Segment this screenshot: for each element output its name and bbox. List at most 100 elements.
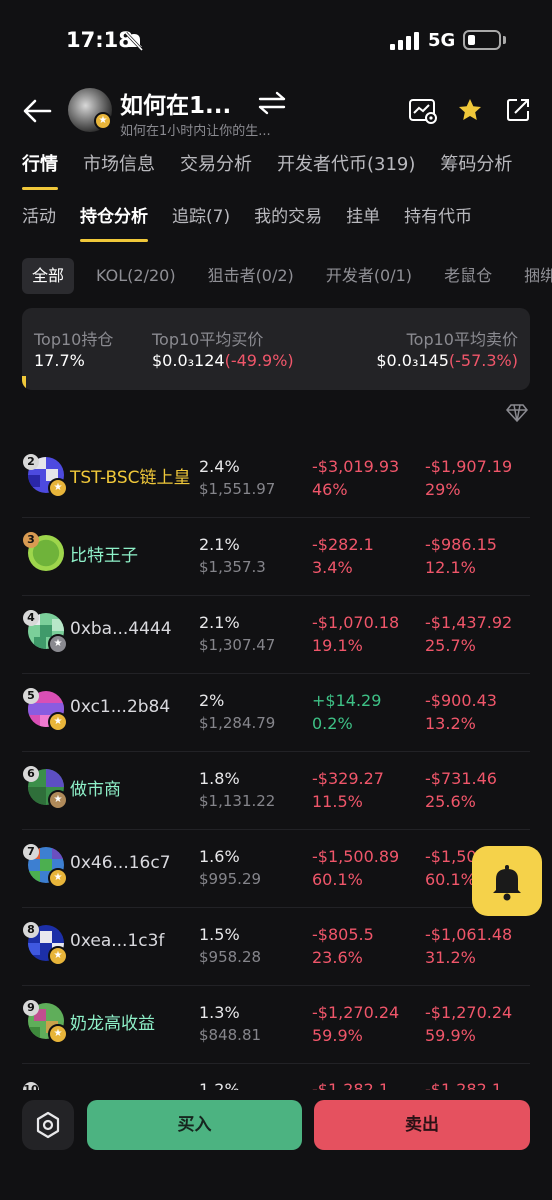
holder-name[interactable]: 奶龙高收益 bbox=[70, 1009, 155, 1034]
tab-market[interactable]: 行情 bbox=[22, 150, 58, 190]
holding-pct: 1.6% bbox=[199, 847, 240, 866]
tab-chip-analysis[interactable]: 筹码分析 bbox=[440, 150, 512, 190]
pnl-value: -$1,270.24 bbox=[312, 1003, 400, 1022]
pnl2-pct: 25.6% bbox=[425, 792, 476, 811]
pnl2-value: -$1,907.19 bbox=[425, 457, 513, 476]
holder-name[interactable]: 做市商 bbox=[70, 775, 121, 800]
avg-buy-label: Top10平均买价 bbox=[152, 330, 264, 349]
pnl-value: -$1,070.18 bbox=[312, 613, 400, 632]
holding-pct: 1.8% bbox=[199, 769, 240, 788]
settings-button[interactable] bbox=[22, 1100, 74, 1150]
badge-star-icon: ★ bbox=[48, 634, 68, 654]
top10-hold-value: 17.7% bbox=[34, 351, 85, 370]
holding-usd: $1,551.97 bbox=[199, 480, 276, 498]
tab-market-info[interactable]: 市场信息 bbox=[83, 150, 155, 190]
pnl2-value: -$900.43 bbox=[425, 691, 497, 710]
tab-orders[interactable]: 挂单 bbox=[346, 202, 380, 242]
tab-activity[interactable]: 活动 bbox=[22, 202, 56, 242]
pnl-pct: 0.2% bbox=[312, 714, 353, 733]
holder-name[interactable]: 0xba...4444 bbox=[70, 619, 172, 639]
holding-pct: 2.4% bbox=[199, 457, 240, 476]
tab-tracking[interactable]: 追踪(7) bbox=[172, 202, 230, 242]
rank-badge: 2 bbox=[23, 454, 39, 470]
avg-buy-value: $0.0₃124(-49.9%) bbox=[152, 351, 294, 370]
holding-pct: 2% bbox=[199, 691, 225, 710]
pnl2-value: -$1,270.24 bbox=[425, 1003, 513, 1022]
holder-name[interactable]: 0xea...1c3f bbox=[70, 931, 164, 951]
pnl-pct: 19.1% bbox=[312, 636, 363, 655]
holder-name[interactable]: TST-BSC链上皇 bbox=[70, 463, 191, 488]
settings-hexagon-icon bbox=[36, 1111, 60, 1139]
alert-bell-button[interactable] bbox=[472, 846, 542, 916]
secondary-tabs: 活动 持仓分析 追踪(7) 我的交易 挂单 持有代币 bbox=[22, 202, 472, 242]
pnl-pct: 46% bbox=[312, 480, 348, 499]
badge-star-icon: ★ bbox=[48, 478, 68, 498]
filter-insiders[interactable]: 老鼠仓 bbox=[434, 258, 502, 294]
holding-pct: 1.5% bbox=[199, 925, 240, 944]
top10-summary-card: Top10持仓 17.7% Top10平均买价 $0.0₃124(-49.9%)… bbox=[22, 308, 530, 390]
rank-badge: 8 bbox=[23, 922, 39, 938]
token-subtitle: 如何在1小时内让你的生... bbox=[120, 124, 271, 139]
avg-sell-label: Top10平均卖价 bbox=[406, 330, 518, 349]
back-arrow-icon[interactable] bbox=[22, 98, 52, 124]
pnl-pct: 60.1% bbox=[312, 870, 363, 889]
holder-row[interactable]: 9 ★ 奶龙高收益 1.3% $848.81 -$1,270.24 59.9% … bbox=[0, 986, 552, 1064]
holder-name[interactable]: 0x46...16c7 bbox=[70, 853, 171, 873]
status-bar: 17:18 5G bbox=[0, 0, 552, 80]
chart-eye-icon[interactable] bbox=[408, 97, 438, 125]
tab-my-trades[interactable]: 我的交易 bbox=[254, 202, 322, 242]
diamond-icon[interactable] bbox=[506, 403, 528, 423]
avg-sell-price: $0.0₃145 bbox=[376, 351, 449, 370]
share-icon[interactable] bbox=[505, 97, 531, 123]
pnl2-value: -$1,437.92 bbox=[425, 613, 513, 632]
pnl2-pct: 60.1% bbox=[425, 870, 476, 889]
badge-star-icon: ★ bbox=[48, 712, 68, 732]
avg-buy-price: $0.0₃124 bbox=[152, 351, 225, 370]
holder-row[interactable]: 5 ★ 0xc1...2b84 2% $1,284.79 +$14.29 0.2… bbox=[0, 674, 552, 752]
holder-row[interactable]: 3 比特王子 2.1% $1,357.3 -$282.1 3.4% -$986.… bbox=[0, 518, 552, 596]
badge-star-icon: ★ bbox=[48, 868, 68, 888]
pnl-value: -$1,500.89 bbox=[312, 847, 400, 866]
holder-row[interactable]: 2 ★ TST-BSC链上皇 2.4% $1,551.97 -$3,019.93… bbox=[0, 440, 552, 518]
rank-badge: 3 bbox=[23, 532, 39, 548]
pnl-pct: 3.4% bbox=[312, 558, 353, 577]
swap-icon[interactable] bbox=[258, 90, 286, 116]
pnl2-pct: 25.7% bbox=[425, 636, 476, 655]
pnl-value: -$3,019.93 bbox=[312, 457, 400, 476]
star-icon[interactable] bbox=[457, 97, 483, 123]
tab-holdings-analysis[interactable]: 持仓分析 bbox=[80, 202, 148, 242]
buy-button[interactable]: 买入 bbox=[87, 1100, 302, 1150]
pnl2-value: -$731.46 bbox=[425, 769, 497, 788]
tab-trade-analysis[interactable]: 交易分析 bbox=[180, 150, 252, 190]
holder-name[interactable]: 0xc1...2b84 bbox=[70, 697, 170, 717]
pnl-pct: 23.6% bbox=[312, 948, 363, 967]
holder-row[interactable]: 4 ★ 0xba...4444 2.1% $1,307.47 -$1,070.1… bbox=[0, 596, 552, 674]
filter-developers[interactable]: 开发者(0/1) bbox=[316, 258, 422, 294]
holder-name[interactable]: 比特王子 bbox=[70, 541, 138, 566]
pnl2-value: -$986.15 bbox=[425, 535, 497, 554]
holding-pct: 1.3% bbox=[199, 1003, 240, 1022]
holder-row[interactable]: 8 ★ 0xea...1c3f 1.5% $958.28 -$805.5 23.… bbox=[0, 908, 552, 986]
primary-tabs: 行情 市场信息 交易分析 开发者代币(319) 筹码分析 bbox=[22, 150, 512, 190]
tab-dev-tokens[interactable]: 开发者代币(319) bbox=[277, 150, 415, 190]
sell-button[interactable]: 卖出 bbox=[314, 1100, 530, 1150]
pnl2-pct: 59.9% bbox=[425, 1026, 476, 1045]
pnl-value: -$282.1 bbox=[312, 535, 374, 554]
pnl-value: -$805.5 bbox=[312, 925, 374, 944]
top10-hold-label: Top10持仓 bbox=[34, 330, 114, 349]
tab-held-tokens[interactable]: 持有代币 bbox=[404, 202, 472, 242]
pnl2-pct: 31.2% bbox=[425, 948, 476, 967]
pnl2-pct: 13.2% bbox=[425, 714, 476, 733]
pnl-pct: 11.5% bbox=[312, 792, 363, 811]
pnl2-pct: 12.1% bbox=[425, 558, 476, 577]
filter-snipers[interactable]: 狙击者(0/2) bbox=[198, 258, 304, 294]
holding-usd: $995.29 bbox=[199, 870, 262, 888]
filter-all[interactable]: 全部 bbox=[22, 258, 75, 294]
avg-buy-change: (-49.9%) bbox=[224, 351, 294, 370]
rank-badge: 9 bbox=[23, 1000, 39, 1016]
rank-badge: 7 bbox=[23, 844, 39, 860]
holder-row[interactable]: 6 ★ 做市商 1.8% $1,131.22 -$329.27 11.5% -$… bbox=[0, 752, 552, 830]
filter-kol[interactable]: KOL(2/20) bbox=[86, 258, 186, 294]
filter-bundles[interactable]: 捆绑 bbox=[514, 258, 552, 294]
holder-row[interactable]: 7 ★ 0x46...16c7 1.6% $995.29 -$1,500.89 … bbox=[0, 830, 552, 908]
